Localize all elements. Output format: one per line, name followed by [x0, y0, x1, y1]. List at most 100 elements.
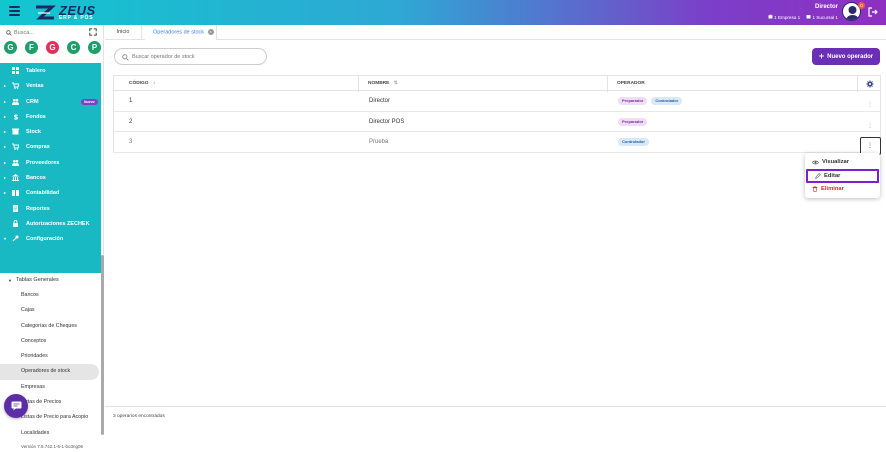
favorite-shortcut-1[interactable]: F	[25, 41, 38, 54]
sidebar-search-input[interactable]	[14, 28, 84, 37]
column-header-codigo[interactable]: CÓDIGO ↓	[113, 76, 359, 92]
results-footer: 3 operarios encontrados	[105, 406, 886, 427]
sidebar-item-crm[interactable]: ▸ CRM Nuevo	[0, 94, 101, 109]
table-row[interactable]: 2 Director POS Preparador ⋮	[113, 111, 881, 132]
branch-selector[interactable]: 1 Sucursal 1	[806, 14, 838, 20]
chevron-right-icon: ▸	[4, 159, 7, 165]
favorite-shortcut-3[interactable]: C	[67, 41, 80, 54]
submenu-item-localidades[interactable]: Localidades	[0, 426, 101, 441]
row-context-menu: Visualizar Editar Eliminar	[805, 153, 880, 198]
table-row[interactable]: 1 Director Preparador Controlador ⋮	[113, 91, 881, 112]
sidebar: GFGCP Tablero▸Ventas▸CRMNuevo▸$Fondos▸St…	[0, 25, 104, 449]
new-operator-button[interactable]: + Nuevo operador	[812, 48, 880, 65]
report-icon	[13, 204, 18, 212]
search-icon	[122, 54, 129, 61]
editar-menu-item[interactable]: Editar	[806, 169, 879, 183]
sidebar-item-tablero[interactable]: Tablero	[0, 63, 101, 78]
favorite-shortcut-0[interactable]: G	[4, 41, 17, 54]
more-vertical-icon[interactable]: ⋮	[867, 122, 873, 129]
chat-button[interactable]	[4, 394, 28, 418]
fullscreen-icon[interactable]	[89, 28, 97, 36]
column-header-nombre[interactable]: NOMBRE ⇅	[359, 76, 608, 92]
table-row[interactable]: 3 Prueba Controlador ⋮	[113, 132, 881, 155]
sidebar-item-ventas[interactable]: ▸ Ventas	[0, 78, 101, 93]
more-vertical-icon[interactable]: ⋮	[867, 101, 873, 108]
cell-nombre: Prueba	[369, 139, 389, 145]
cell-actions: ⋮	[859, 112, 881, 132]
close-tab-icon[interactable]: ×	[207, 29, 214, 35]
logo-subtitle: ERP & POS	[59, 15, 94, 21]
favorite-shortcut-4[interactable]: P	[88, 41, 101, 54]
sidebar-item-bancos[interactable]: ▸ Bancos	[0, 170, 101, 185]
notification-badge[interactable]: 0	[858, 2, 865, 9]
sidebar-item-label: Contabilidad	[26, 190, 60, 197]
tab-bar: Inicio Operadores de stock ×	[105, 25, 886, 40]
sort-icon: ⇅	[393, 81, 398, 86]
eliminar-menu-item[interactable]: Eliminar	[805, 182, 880, 196]
cell-codigo: 3	[129, 139, 133, 145]
chevron-right-icon: ▸	[4, 144, 7, 150]
favorite-shortcut-2[interactable]: G	[46, 41, 59, 54]
operator-search-input[interactable]	[132, 52, 262, 62]
zeus-logo[interactable]: ZEUS ERP & POS	[34, 3, 96, 22]
sidebar-search	[0, 25, 104, 40]
cell-actions: ⋮	[859, 132, 881, 155]
submenu-item-label: Conceptos	[21, 337, 47, 344]
cell-nombre: Director POS	[369, 118, 405, 125]
submenu-item-categorias-de-cheques[interactable]: Categorías de Cheques	[0, 319, 101, 334]
cart-icon	[12, 82, 19, 90]
submenu-item-label: Localidades	[21, 429, 50, 436]
plus-icon: +	[818, 51, 825, 61]
company-label: 1 Empresa 1	[774, 15, 801, 20]
chevron-right-icon: ▸	[4, 98, 7, 104]
submenu-item-label: Categorías de Cheques	[21, 322, 77, 329]
search-icon	[6, 30, 12, 36]
chat-icon	[11, 401, 21, 411]
user-role: Director	[814, 4, 838, 10]
submenu-item-bancos[interactable]: Bancos	[0, 288, 101, 303]
operator-chip-controlador: Controlador	[618, 138, 649, 146]
sidebar-item-configuracion[interactable]: ▾ Configuración	[0, 231, 101, 246]
visualizar-menu-item[interactable]: Visualizar	[805, 155, 880, 169]
operator-chip-controlador: Controlador	[651, 97, 683, 105]
sidebar-item-reportes[interactable]: Reportes	[0, 201, 101, 216]
submenu-item-operadores-de-stock[interactable]: Operadores de stock	[0, 364, 99, 380]
main-content: Inicio Operadores de stock × + Nuevo ope…	[105, 25, 886, 427]
trash-icon	[812, 186, 818, 192]
lock-icon	[13, 220, 18, 227]
submenu-item-conceptos[interactable]: Conceptos	[0, 334, 101, 349]
tab-inicio[interactable]: Inicio	[105, 25, 142, 40]
user-meta: 1 Empresa 1 1 Sucursal 1	[768, 14, 838, 20]
logout-icon[interactable]	[868, 7, 878, 17]
column-settings[interactable]	[858, 76, 881, 92]
chevron-right-icon: ▸	[4, 190, 7, 196]
bank-icon	[12, 174, 19, 182]
sidebar-scrollbar[interactable]	[101, 255, 104, 435]
sidebar-item-compras[interactable]: ▸ Compras	[0, 139, 101, 154]
chevron-right-icon: ▸	[4, 83, 7, 89]
sidebar-item-label: Tablero	[26, 68, 46, 74]
top-header: ZEUS ERP & POS Director 1 Empresa 1 1 Su…	[0, 0, 886, 25]
config-icon	[12, 235, 19, 242]
pencil-icon	[815, 173, 821, 179]
submenu-header-tablas-generales[interactable]: ▼ Tablas Generales	[0, 273, 101, 288]
submenu-item-prioridades[interactable]: Prioridades	[0, 349, 101, 364]
sidebar-item-stock[interactable]: ▸ Stock	[0, 124, 101, 139]
sidebar-item-label: Autorizaciones ZECHEK	[26, 220, 90, 227]
submenu-item-cajas[interactable]: Cajas	[0, 303, 101, 318]
cell-codigo: 1	[129, 98, 133, 104]
row-actions-button[interactable]: ⋮	[859, 136, 881, 155]
sidebar-item-fondos[interactable]: ▸ $ Fondos	[0, 109, 101, 124]
tab-operadores-de-stock[interactable]: Operadores de stock ×	[145, 25, 217, 40]
company-selector[interactable]: 1 Empresa 1	[768, 14, 800, 20]
branch-icon	[806, 15, 811, 19]
column-header-operador[interactable]: OPERADOR	[608, 76, 858, 92]
sidebar-item-proveedores[interactable]: ▸ Proveedores	[0, 155, 101, 170]
hamburger-menu-icon[interactable]	[9, 6, 20, 16]
operator-chip-preparador: Preparador	[618, 97, 648, 105]
gear-icon[interactable]	[866, 80, 874, 88]
operator-chip-preparador: Preparador	[618, 117, 648, 126]
sidebar-item-autorizaciones-zechek[interactable]: Autorizaciones ZECHEK	[0, 216, 101, 231]
submenu-item-empresas[interactable]: Empresas	[0, 380, 101, 395]
sidebar-item-contabilidad[interactable]: ▸ Contabilidad	[0, 185, 101, 200]
